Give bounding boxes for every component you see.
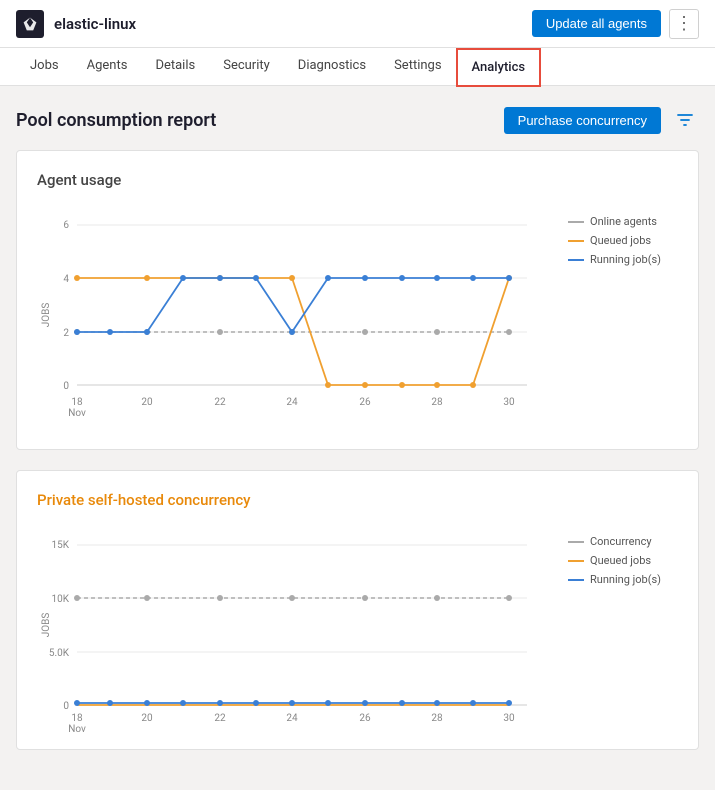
nav-item-security[interactable]: Security <box>209 48 284 85</box>
legend-concurrency-running: Running job(s) <box>568 573 678 586</box>
more-icon: ⋮ <box>675 13 693 34</box>
header-left: elastic-linux <box>16 10 136 38</box>
running-jobs-line <box>77 278 509 332</box>
nav-item-diagnostics[interactable]: Diagnostics <box>284 48 380 85</box>
svg-text:10K: 10K <box>51 594 69 605</box>
legend-concurrency-running-line <box>568 579 584 581</box>
svg-text:22: 22 <box>214 397 226 408</box>
legend-concurrency-line <box>568 541 584 543</box>
svg-text:6: 6 <box>63 220 69 231</box>
app-header: elastic-linux Update all agents ⋮ <box>0 0 715 48</box>
filter-icon[interactable] <box>671 106 699 134</box>
y-axis-jobs-label: JOBS <box>41 303 52 328</box>
legend-online-agents: Online agents <box>568 215 678 228</box>
svg-text:Nov: Nov <box>68 408 86 419</box>
svg-text:20: 20 <box>141 397 153 408</box>
concurrency-y-label: JOBS <box>41 613 52 638</box>
legend-concurrency-running-label: Running job(s) <box>590 573 661 586</box>
logo-icon <box>22 16 38 32</box>
agent-usage-chart-area: JOBS JOBS 6 4 2 0 18 <box>37 205 678 429</box>
page-content: Pool consumption report Purchase concurr… <box>0 86 715 790</box>
svg-text:15K: 15K <box>51 540 69 551</box>
nav-bar: Jobs Agents Details Security Diagnostics… <box>0 48 715 86</box>
update-all-button[interactable]: Update all agents <box>532 10 661 37</box>
concurrency-chart-area: JOBS 15K 10K 5.0K 0 18 Nov 20 22 24 <box>37 525 678 729</box>
agent-usage-legend: Online agents Queued jobs Running job(s) <box>568 205 678 429</box>
concurrency-title: Private self-hosted concurrency <box>37 491 678 509</box>
legend-concurrency: Concurrency <box>568 535 678 548</box>
svg-text:24: 24 <box>286 397 298 408</box>
legend-running-line <box>568 259 584 261</box>
concurrency-legend: Concurrency Queued jobs Running job(s) <box>568 525 678 729</box>
agent-usage-svg: JOBS JOBS 6 4 2 0 18 <box>37 205 537 425</box>
svg-text:28: 28 <box>431 397 443 408</box>
legend-concurrency-label: Concurrency <box>590 535 652 548</box>
svg-text:2: 2 <box>63 328 69 339</box>
agent-usage-chart-wrapper: JOBS JOBS 6 4 2 0 18 <box>37 205 556 429</box>
svg-text:5.0K: 5.0K <box>49 648 70 659</box>
legend-concurrency-queued-line <box>568 560 584 562</box>
concurrency-card: Private self-hosted concurrency JOBS 15K… <box>16 470 699 750</box>
nav-item-settings[interactable]: Settings <box>380 48 455 85</box>
legend-concurrency-queued: Queued jobs <box>568 554 678 567</box>
page-title: Pool consumption report <box>16 110 216 131</box>
svg-text:22: 22 <box>214 713 226 724</box>
legend-running-jobs: Running job(s) <box>568 253 678 266</box>
legend-running-label: Running job(s) <box>590 253 661 266</box>
purchase-concurrency-button[interactable]: Purchase concurrency <box>504 107 661 134</box>
page-header: Pool consumption report Purchase concurr… <box>16 106 699 134</box>
svg-text:30: 30 <box>503 397 515 408</box>
app-title: elastic-linux <box>54 15 136 33</box>
nav-item-jobs[interactable]: Jobs <box>16 48 73 85</box>
svg-text:26: 26 <box>359 397 371 408</box>
svg-text:20: 20 <box>141 713 153 724</box>
legend-queued-label: Queued jobs <box>590 234 651 247</box>
svg-text:18: 18 <box>71 713 83 724</box>
more-menu-button[interactable]: ⋮ <box>669 9 699 39</box>
nav-item-analytics[interactable]: Analytics <box>456 48 542 87</box>
legend-online-agents-label: Online agents <box>590 215 657 228</box>
agent-usage-title: Agent usage <box>37 171 678 189</box>
legend-online-agents-line <box>568 221 584 223</box>
nav-item-agents[interactable]: Agents <box>73 48 142 85</box>
svg-text:28: 28 <box>431 713 443 724</box>
nav-item-details[interactable]: Details <box>141 48 209 85</box>
header-right: Update all agents ⋮ <box>532 9 699 39</box>
concurrency-chart-wrapper: JOBS 15K 10K 5.0K 0 18 Nov 20 22 24 <box>37 525 556 729</box>
concurrency-svg: JOBS 15K 10K 5.0K 0 18 Nov 20 22 24 <box>37 525 537 725</box>
svg-text:26: 26 <box>359 713 371 724</box>
svg-text:18: 18 <box>71 397 83 408</box>
logo <box>16 10 44 38</box>
legend-queued-jobs: Queued jobs <box>568 234 678 247</box>
svg-text:4: 4 <box>63 274 69 285</box>
svg-text:0: 0 <box>63 381 69 392</box>
legend-concurrency-queued-label: Queued jobs <box>590 554 651 567</box>
svg-text:24: 24 <box>286 713 298 724</box>
svg-text:Nov: Nov <box>68 724 86 735</box>
page-header-right: Purchase concurrency <box>504 106 699 134</box>
agent-usage-card: Agent usage JOBS JOBS 6 4 2 <box>16 150 699 450</box>
svg-text:0: 0 <box>63 701 69 712</box>
legend-queued-line <box>568 240 584 242</box>
svg-text:30: 30 <box>503 713 515 724</box>
